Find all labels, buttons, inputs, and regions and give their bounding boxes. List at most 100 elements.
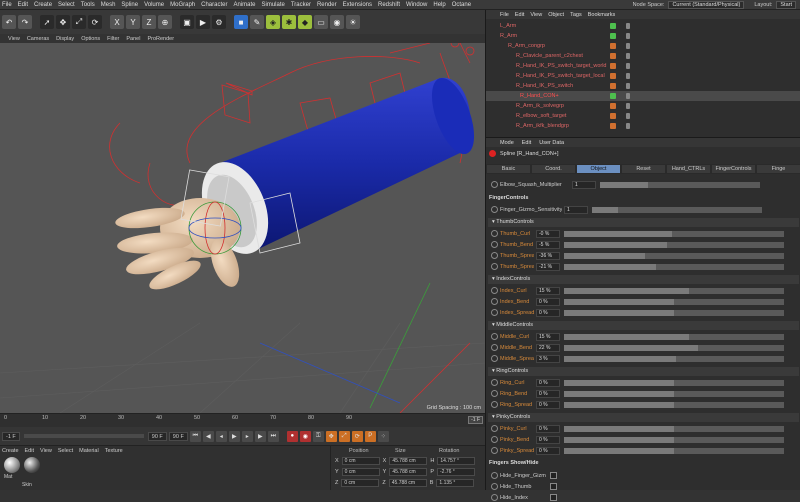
- prev-key-icon[interactable]: ◀: [202, 430, 214, 442]
- parameter-value-field[interactable]: 0 %: [536, 308, 560, 317]
- menu-item-octane[interactable]: Octane: [452, 2, 471, 8]
- menu-item-character[interactable]: Character: [201, 2, 227, 8]
- record-rotation-icon[interactable]: ⟳: [351, 430, 363, 442]
- parameter-value-field[interactable]: 15 %: [536, 332, 560, 341]
- object-menu-tags[interactable]: Tags: [570, 12, 582, 18]
- menu-item-tracker[interactable]: Tracker: [291, 2, 311, 8]
- menu-item-window[interactable]: Window: [406, 2, 427, 8]
- coordinate-system-icon[interactable]: ⊕: [158, 15, 172, 29]
- autokey-icon[interactable]: ◉: [299, 430, 311, 442]
- object-visibility-dot[interactable]: [610, 43, 616, 49]
- object-row[interactable]: R_Arm: [486, 31, 800, 41]
- object-menu-view[interactable]: View: [530, 12, 542, 18]
- cloner-icon[interactable]: ✱: [282, 15, 296, 29]
- parameter-slider[interactable]: [564, 241, 784, 248]
- material-mat-preview[interactable]: [4, 457, 20, 473]
- parameter-slider[interactable]: [592, 206, 762, 213]
- keyframe-icon[interactable]: [491, 344, 498, 351]
- menu-item-create[interactable]: Create: [34, 2, 52, 8]
- position-field[interactable]: 0 cm: [341, 457, 380, 465]
- object-name[interactable]: R_Hand_IK_PS_switch_target_local: [516, 71, 605, 81]
- viewport-menu-display[interactable]: Display: [56, 36, 74, 42]
- parameter-slider[interactable]: [564, 252, 784, 259]
- position-field[interactable]: 0 cm: [341, 479, 380, 487]
- max-frame-field[interactable]: 90 F: [168, 431, 188, 441]
- object-name[interactable]: R_Hand_IK_PS_switch_target_world: [516, 61, 607, 71]
- attribute-menu-edit[interactable]: Edit: [522, 140, 531, 146]
- material-skin-preview[interactable]: [24, 457, 40, 473]
- parameter-slider[interactable]: [564, 355, 784, 362]
- parameter-value-field[interactable]: 0 %: [536, 297, 560, 306]
- material-skin-label[interactable]: Skin: [22, 482, 32, 488]
- tab-fingercontrols[interactable]: FingerControls: [711, 164, 756, 174]
- object-visibility-dot[interactable]: [610, 73, 616, 79]
- viewport-menu-options[interactable]: Options: [81, 36, 100, 42]
- undo-icon[interactable]: ↶: [2, 15, 16, 29]
- object-visibility-dot[interactable]: [610, 23, 616, 29]
- object-visibility-dot[interactable]: [610, 33, 616, 39]
- menu-item-mesh[interactable]: Mesh: [101, 2, 116, 8]
- keyframe-icon[interactable]: [491, 355, 498, 362]
- menu-item-select[interactable]: Select: [58, 2, 75, 8]
- object-name[interactable]: R_Hand_IK_PS_switch: [516, 81, 573, 91]
- parameter-value-field[interactable]: -21 %: [536, 262, 560, 271]
- parameter-slider[interactable]: [564, 230, 784, 237]
- timeline-ruler[interactable]: 0 10 20 30 40 50 60 70 80 90 -1 F: [0, 413, 485, 427]
- menu-item-tools[interactable]: Tools: [81, 2, 95, 8]
- object-tag-icon[interactable]: [626, 123, 630, 129]
- tab-basic[interactable]: Basic: [486, 164, 531, 174]
- parameter-value-field[interactable]: -5 %: [536, 240, 560, 249]
- object-row[interactable]: R_Clavicle_parent_c2chest: [486, 51, 800, 61]
- keyframe-icon[interactable]: [491, 401, 498, 408]
- camera-icon[interactable]: ◉: [330, 15, 344, 29]
- checkbox[interactable]: [550, 494, 557, 501]
- subdivision-icon[interactable]: ◈: [266, 15, 280, 29]
- section-header-middlecontrols[interactable]: ▾ MiddleControls: [488, 321, 799, 330]
- menu-item-simulate[interactable]: Simulate: [261, 2, 284, 8]
- attribute-menu-mode[interactable]: Mode: [500, 140, 514, 146]
- menu-item-mograph[interactable]: MoGraph: [170, 2, 195, 8]
- parameter-slider[interactable]: [564, 344, 784, 351]
- parameter-value-field[interactable]: 0 %: [536, 378, 560, 387]
- object-tag-icon[interactable]: [626, 23, 630, 29]
- object-tag-icon[interactable]: [626, 93, 630, 99]
- render-view-icon[interactable]: ▣: [180, 15, 194, 29]
- x-axis-icon[interactable]: X: [110, 15, 124, 29]
- viewport-menu-panel[interactable]: Panel: [126, 36, 140, 42]
- object-menu-object[interactable]: Object: [548, 12, 564, 18]
- object-tag-icon[interactable]: [626, 33, 630, 39]
- keyframe-selection-icon[interactable]: ⚿: [312, 430, 324, 442]
- parameter-slider[interactable]: [564, 425, 784, 432]
- section-header-ringcontrols[interactable]: ▾ RingControls: [488, 367, 799, 376]
- object-visibility-dot[interactable]: [610, 63, 616, 69]
- tab-coord[interactable]: Coord.: [531, 164, 576, 174]
- material-menu-texture[interactable]: Texture: [105, 448, 123, 454]
- menu-item-extensions[interactable]: Extensions: [343, 2, 372, 8]
- object-name[interactable]: R_Arm_ik_solvegrp: [516, 101, 564, 111]
- parameter-value-field[interactable]: 0 %: [536, 424, 560, 433]
- parameter-value-field[interactable]: -36 %: [536, 251, 560, 260]
- section-header-thumbcontrols[interactable]: ▾ ThumbControls: [488, 218, 799, 227]
- object-visibility-dot[interactable]: [610, 93, 616, 99]
- parameter-value-field[interactable]: -0 %: [536, 229, 560, 238]
- menu-item-spline[interactable]: Spline: [121, 2, 138, 8]
- parameter-slider[interactable]: [564, 287, 784, 294]
- next-frame-icon[interactable]: ▸: [241, 430, 253, 442]
- parameter-value-field[interactable]: 1: [564, 205, 588, 214]
- parameter-slider[interactable]: [564, 390, 784, 397]
- keyframe-icon[interactable]: [491, 230, 498, 237]
- keyframe-icon[interactable]: [491, 436, 498, 443]
- tab-reset[interactable]: Reset: [621, 164, 666, 174]
- object-name[interactable]: R_elbow_soft_target: [516, 111, 566, 121]
- viewport-menu-prorender[interactable]: ProRender: [147, 36, 174, 42]
- parameter-value-field[interactable]: 15 %: [536, 286, 560, 295]
- section-header-indexcontrols[interactable]: ▾ IndexControls: [488, 275, 799, 284]
- viewport-menu-filter[interactable]: Filter: [107, 36, 119, 42]
- keyframe-icon[interactable]: [491, 333, 498, 340]
- object-tag-icon[interactable]: [626, 43, 630, 49]
- object-visibility-dot[interactable]: [610, 113, 616, 119]
- object-menu-edit[interactable]: Edit: [515, 12, 524, 18]
- move-icon[interactable]: ✥: [56, 15, 70, 29]
- go-to-end-icon[interactable]: ⏭: [267, 430, 279, 442]
- viewport-menu-view[interactable]: View: [8, 36, 20, 42]
